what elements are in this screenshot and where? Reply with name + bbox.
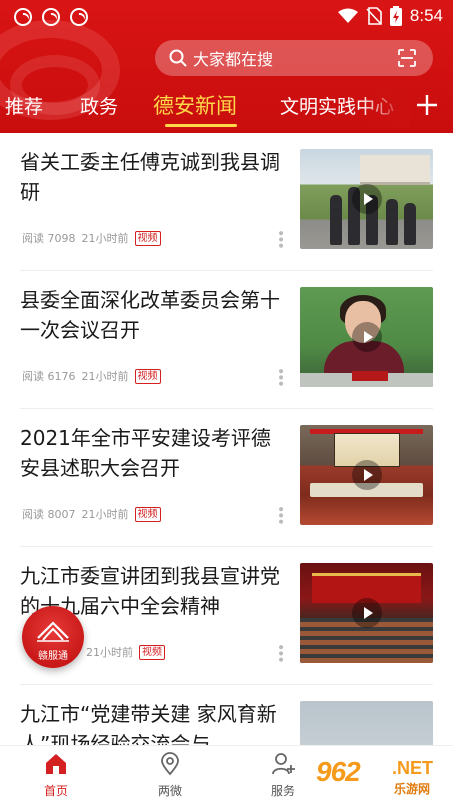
no-sim-icon — [366, 7, 382, 25]
thumb-person — [404, 203, 416, 245]
play-icon[interactable] — [351, 598, 382, 628]
news-title: 九江市“党建带关建 家风育新人”现场经验交流会与 — [20, 702, 277, 745]
news-thumbnail[interactable] — [300, 425, 433, 525]
location-pin-icon — [161, 752, 179, 776]
thumb-person — [330, 195, 342, 245]
video-badge: 视频 — [139, 644, 165, 660]
notification-icons — [14, 8, 88, 26]
add-channel-icon[interactable] — [414, 92, 440, 118]
play-icon[interactable] — [351, 184, 382, 214]
app-notification-icon — [42, 8, 60, 26]
news-title: 县委全面深化改革委员会第十一次会议召开 — [20, 288, 280, 342]
watermark-suffix: .NET — [392, 758, 434, 778]
nav-home[interactable]: 首页 — [16, 752, 96, 799]
more-options-icon[interactable]: ••• — [272, 505, 288, 524]
search-bar[interactable]: 大家都在搜 — [155, 40, 433, 76]
play-icon[interactable] — [351, 322, 382, 352]
news-title: 2021年全市平安建设考评德安县述职大会召开 — [20, 426, 271, 480]
home-icon — [46, 754, 66, 774]
tab-recommend[interactable]: 推荐 — [5, 92, 43, 119]
tab-dean-news[interactable]: 德安新闻 — [153, 90, 237, 120]
nav-media-label: 两微 — [157, 784, 182, 798]
news-item[interactable]: 县委全面深化改革委员会第十一次会议召开 阅读 6176 21小时前 视频 ••• — [0, 271, 453, 409]
publish-time: 21小时前 — [86, 646, 133, 659]
news-meta: 阅读 7098 21小时前 视频 — [22, 230, 161, 246]
news-title: 省关工委主任傅克诚到我县调研 — [20, 150, 280, 204]
publish-time: 21小时前 — [81, 370, 129, 383]
status-right: 8:54 — [337, 6, 443, 26]
read-count: 阅读 6176 — [22, 370, 76, 383]
video-badge: 视频 — [134, 506, 161, 522]
scan-icon[interactable] — [397, 48, 417, 68]
search-icon — [169, 49, 187, 67]
battery-icon — [389, 6, 402, 26]
mountain-logo-icon — [37, 621, 69, 642]
wifi-icon — [337, 8, 358, 23]
tabs-fade — [360, 88, 410, 128]
user-add-icon — [272, 753, 295, 775]
news-meta: 21小时前 视频 — [86, 644, 165, 660]
watermark-number: 962 — [316, 756, 361, 787]
status-time: 8:54 — [409, 6, 443, 25]
app-notification-icon — [14, 8, 32, 26]
channel-tabs: 推荐 政务 德安新闻 文明实践中心 — [0, 88, 453, 128]
float-button-label: 赣服通 — [38, 651, 68, 662]
nav-media[interactable]: 两微 — [130, 752, 210, 799]
news-thumbnail[interactable] — [300, 701, 433, 745]
nav-service[interactable]: 服务 — [243, 752, 323, 799]
thumb-building — [360, 155, 430, 185]
news-item[interactable]: 省关工委主任傅克诚到我县调研 阅读 7098 21小时前 视频 ••• — [0, 133, 453, 271]
app-notification-icon — [70, 8, 88, 26]
publish-time: 21小时前 — [81, 508, 129, 521]
active-tab-indicator — [165, 124, 237, 127]
play-icon[interactable] — [351, 460, 382, 490]
nav-service-label: 服务 — [270, 784, 295, 798]
thumb-person — [386, 199, 398, 245]
news-thumbnail[interactable] — [300, 149, 433, 249]
read-count: 阅读 8007 — [22, 508, 76, 521]
more-options-icon[interactable]: ••• — [272, 643, 288, 662]
tab-government[interactable]: 政务 — [80, 92, 118, 119]
more-options-icon[interactable]: ••• — [272, 367, 288, 386]
site-watermark: 962 .NET 乐游网 — [312, 754, 450, 800]
news-item[interactable]: 2021年全市平安建设考评德安县述职大会召开 阅读 8007 21小时前 视频 … — [0, 409, 453, 547]
news-meta: 阅读 6176 21小时前 视频 — [22, 368, 161, 384]
more-options-icon[interactable]: ••• — [272, 229, 288, 248]
thumb-nameplate — [352, 371, 388, 381]
video-badge: 视频 — [134, 230, 161, 246]
video-badge: 视频 — [134, 368, 161, 384]
read-count: 阅读 7098 — [22, 232, 76, 245]
app-header: 8:54 大家都在搜 推荐 政务 德安新闻 文明实践中心 — [0, 0, 453, 133]
search-placeholder: 大家都在搜 — [193, 50, 274, 69]
news-meta: 阅读 8007 21小时前 视频 — [22, 506, 161, 522]
news-item[interactable]: 九江市“党建带关建 家风育新人”现场经验交流会与 — [0, 685, 453, 745]
publish-time: 21小时前 — [81, 232, 129, 245]
status-bar: 8:54 — [0, 0, 453, 34]
watermark-cn: 乐游网 — [394, 782, 431, 796]
news-thumbnail[interactable] — [300, 287, 433, 387]
news-thumbnail[interactable] — [300, 563, 433, 663]
ganfutong-float-button[interactable]: 赣服通 — [22, 606, 84, 668]
nav-home-label: 首页 — [43, 784, 68, 798]
